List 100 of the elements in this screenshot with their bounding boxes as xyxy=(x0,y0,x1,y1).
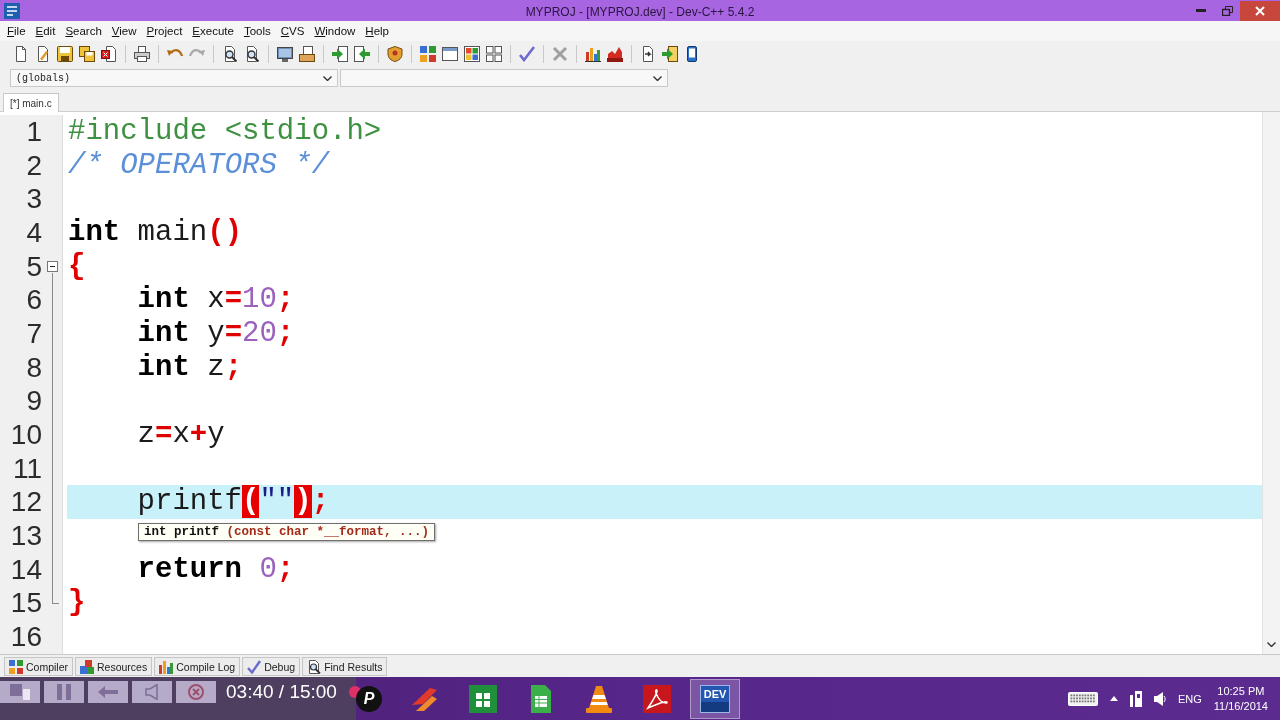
back-arrow-icon xyxy=(98,686,118,698)
panel-tab[interactable]: Compile Log xyxy=(154,657,241,676)
traffic-cone-icon xyxy=(585,684,613,713)
menu-item[interactable]: Window xyxy=(309,22,361,40)
code-line: /* OPERATORS */ xyxy=(68,148,330,183)
line-number: 5 xyxy=(26,249,42,284)
store-bag-icon xyxy=(469,684,497,713)
menu-item[interactable]: File xyxy=(2,22,31,40)
monitor-icon[interactable] xyxy=(277,45,293,62)
code-line: printf(""); xyxy=(137,485,330,519)
speaker-icon[interactable] xyxy=(1153,691,1166,706)
line-number: 6 xyxy=(26,283,42,317)
panel-tab[interactable]: Compiler xyxy=(4,657,73,676)
menu-item[interactable]: Project xyxy=(141,22,188,40)
line-number: 1 xyxy=(26,115,42,149)
line-number: 4 xyxy=(26,215,42,250)
menu-item[interactable]: Execute xyxy=(187,22,239,40)
grid-icon xyxy=(9,659,23,674)
tiled-window-icon[interactable] xyxy=(464,45,480,62)
close-icon xyxy=(1255,5,1265,16)
app-icon xyxy=(4,2,20,19)
up-arrow-icon[interactable] xyxy=(1109,696,1118,701)
line-number: 16 xyxy=(10,619,42,654)
code-line: int y=20; xyxy=(137,316,295,351)
menu-item[interactable]: Search xyxy=(60,22,107,40)
vertical-scrollbar[interactable] xyxy=(1262,112,1280,654)
line-number: 12 xyxy=(10,485,42,519)
shield-icon[interactable] xyxy=(387,45,403,62)
magnifier-page-icon[interactable] xyxy=(244,45,260,62)
magnifier-page-icon xyxy=(307,659,322,674)
caret-icon xyxy=(653,75,662,81)
tray-page-icon[interactable] xyxy=(299,45,315,62)
stacked-chart-icon[interactable] xyxy=(607,45,623,62)
code-line: #include <stdio.h> xyxy=(68,115,382,149)
cubes-icon xyxy=(80,659,94,674)
close-button[interactable] xyxy=(1240,0,1280,21)
page-x-icon[interactable] xyxy=(101,45,117,62)
code-line: } xyxy=(68,586,86,620)
squares-icon xyxy=(10,684,30,700)
window-icon[interactable] xyxy=(442,45,458,62)
four-squares-icon[interactable] xyxy=(486,45,502,62)
playback-time: 03:40 / 15:00 xyxy=(226,681,337,703)
panel-tab[interactable]: Resources xyxy=(75,657,153,676)
clock-time[interactable]: 10:25 PM xyxy=(1217,683,1265,699)
grid-icon[interactable] xyxy=(420,45,436,62)
file-tab[interactable]: [*] main.c xyxy=(3,93,59,112)
line-number: 10 xyxy=(10,417,42,452)
line-number: 3 xyxy=(26,182,42,216)
page-arrow-icon[interactable] xyxy=(640,45,656,62)
bar-chart-icon xyxy=(159,659,174,674)
pause-icon xyxy=(57,684,71,700)
line-number: 8 xyxy=(26,350,42,385)
bar-chart-icon[interactable] xyxy=(585,45,601,62)
panel-tab[interactable]: Find Results xyxy=(302,657,388,676)
page-brush-icon[interactable] xyxy=(35,45,51,62)
code-line: return 0; xyxy=(137,552,295,587)
code-line: z=x+y xyxy=(137,417,225,452)
check-icon xyxy=(247,659,262,674)
line-number: 14 xyxy=(10,552,42,587)
letter-logo: P xyxy=(356,685,382,712)
code-line: int z; xyxy=(137,350,243,385)
player-button[interactable] xyxy=(0,681,40,703)
language-indicator[interactable]: ENG xyxy=(1177,692,1202,705)
panel-tab[interactable]: Debug xyxy=(242,657,301,676)
clock-date[interactable]: 11/16/2014 xyxy=(1213,698,1268,714)
check-icon[interactable] xyxy=(519,45,535,62)
two-floppies-icon[interactable] xyxy=(79,45,95,62)
menu-item[interactable]: Tools xyxy=(238,22,276,40)
menu-item[interactable]: CVS xyxy=(275,22,310,40)
blank-page-icon[interactable] xyxy=(13,45,29,62)
arrow-in-icon[interactable] xyxy=(332,45,348,62)
line-number: 9 xyxy=(26,384,42,418)
restore-icon xyxy=(1221,5,1233,16)
signature-tooltip: int printf (const char *__format, ...) xyxy=(138,522,436,541)
printer-icon[interactable] xyxy=(134,45,150,62)
taskbar-app[interactable]: P xyxy=(356,678,382,719)
menu-item[interactable]: Edit xyxy=(30,22,61,40)
menu-item[interactable]: View xyxy=(106,22,142,40)
magnifier-page-icon[interactable] xyxy=(222,45,238,62)
arrow-out-icon[interactable] xyxy=(354,45,370,62)
arrow-page-icon[interactable] xyxy=(662,45,678,62)
window-title: MYPROJ - [MYPROJ.dev] - Dev-C++ 5.4.2 xyxy=(525,4,755,19)
keyboard-icon[interactable] xyxy=(1067,691,1098,706)
code-line: int x=10; xyxy=(137,283,295,317)
line-number: 11 xyxy=(12,451,42,486)
device-icon[interactable] xyxy=(684,45,700,62)
line-number: 13 xyxy=(10,518,42,553)
menu-item[interactable]: Help xyxy=(360,22,395,40)
line-number: 7 xyxy=(26,316,42,351)
network-icon[interactable] xyxy=(1129,690,1142,707)
pdf-icon xyxy=(643,684,671,713)
caret-icon xyxy=(323,75,332,81)
app-logo: DEV xyxy=(700,684,730,713)
code-line: { xyxy=(68,249,86,284)
code-line: int main() xyxy=(68,215,243,250)
fold-minus-icon[interactable] xyxy=(47,260,58,272)
close-circle-icon xyxy=(188,684,204,700)
scope-dropdown[interactable]: (globals) xyxy=(10,69,338,87)
taskbar-app[interactable]: DEV xyxy=(690,678,740,719)
player-button[interactable] xyxy=(176,681,216,703)
